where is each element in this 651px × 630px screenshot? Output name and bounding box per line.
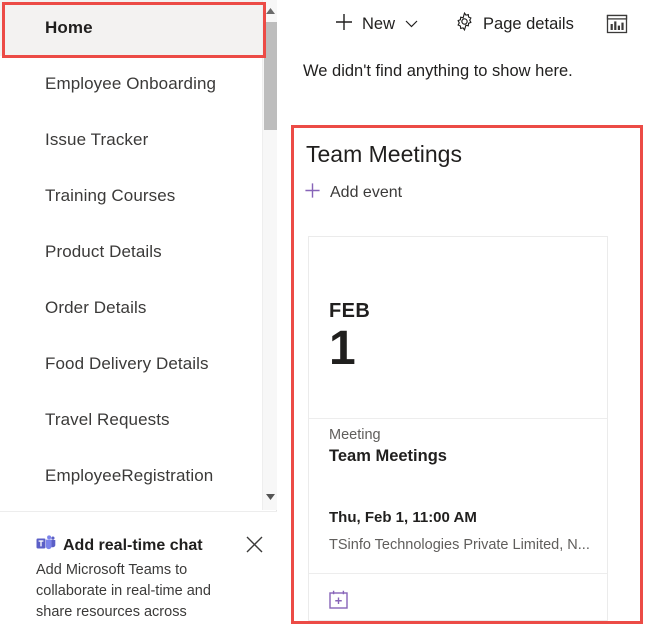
sidebar-item-product-details[interactable]: Product Details — [0, 224, 262, 280]
navigation-scroll-region: Home Employee Onboarding Issue Tracker T… — [0, 0, 277, 510]
site-navigation-pane: Home Employee Onboarding Issue Tracker T… — [0, 0, 277, 630]
add-event-button[interactable]: Add event — [304, 182, 402, 204]
page-details-label: Page details — [483, 14, 574, 33]
sidebar-item-employee-registration[interactable]: EmployeeRegistration — [0, 448, 262, 504]
sidebar-item-label: Food Delivery Details — [45, 354, 209, 373]
event-kind: Meeting — [329, 427, 381, 443]
close-icon[interactable] — [238, 528, 270, 560]
teams-promo-description: Add Microsoft Teams to collaborate in re… — [36, 562, 211, 620]
sidebar-item-label: Order Details — [45, 298, 147, 317]
sidebar-item-label: Issue Tracker — [45, 130, 149, 149]
sidebar-item-employee-onboarding[interactable]: Employee Onboarding — [0, 56, 262, 112]
event-month: FEB — [329, 300, 371, 322]
sidebar-item-training-courses[interactable]: Training Courses — [0, 168, 262, 224]
navigation-list: Home Employee Onboarding Issue Tracker T… — [0, 0, 262, 504]
gear-icon — [455, 11, 474, 36]
event-name: Team Meetings — [329, 447, 447, 465]
page-content-pane: New Page details We didn't find anything… — [277, 0, 651, 630]
microsoft-teams-icon — [36, 535, 56, 556]
sidebar-item-order-details[interactable]: Order Details — [0, 280, 262, 336]
sidebar-item-label: Travel Requests — [45, 410, 170, 429]
event-card[interactable]: FEB 1 Meeting Team Meetings Thu, Feb 1, … — [308, 236, 608, 621]
bar-chart-icon[interactable] — [606, 13, 628, 35]
divider — [309, 418, 607, 419]
chevron-down-icon[interactable] — [401, 20, 422, 28]
sidebar-item-label: Employee Onboarding — [45, 74, 217, 93]
add-event-label: Add event — [330, 184, 403, 201]
event-location: TSinfo Technologies Private Limited, N..… — [329, 537, 590, 553]
sidebar-item-home[interactable]: Home — [0, 0, 262, 56]
sidebar-item-issue-tracker[interactable]: Issue Tracker — [0, 112, 262, 168]
sidebar-item-label: Product Details — [45, 242, 162, 261]
event-datetime: Thu, Feb 1, 11:00 AM — [329, 509, 477, 526]
divider — [309, 573, 607, 574]
teams-promo-title: Add real-time chat — [63, 536, 203, 554]
new-button[interactable]: New — [329, 4, 401, 44]
command-bar: New Page details — [277, 0, 651, 48]
sidebar-item-label: Training Courses — [45, 186, 176, 205]
page-details-button[interactable]: Page details — [449, 4, 580, 44]
teams-promo-panel: Add real-time chat Add Microsoft Teams t… — [0, 511, 277, 630]
sidebar-item-label: EmployeeRegistration — [45, 466, 214, 485]
event-day: 1 — [329, 322, 356, 375]
events-webpart: Team Meetings Add event FEB 1 Meeting Te… — [297, 136, 638, 623]
sidebar-item-food-delivery-details[interactable]: Food Delivery Details — [0, 336, 262, 392]
plus-icon — [335, 13, 353, 36]
empty-state-message: We didn't find anything to show here. — [303, 62, 573, 80]
chevron-up-icon[interactable] — [263, 2, 277, 20]
plus-icon — [304, 182, 321, 204]
chevron-down-icon[interactable] — [263, 488, 277, 506]
event-date-block: FEB 1 — [329, 299, 370, 375]
teams-promo-header: Add real-time chat — [36, 535, 203, 556]
navigation-scrollbar-thumb[interactable] — [264, 22, 277, 130]
sidebar-item-label: Home — [45, 18, 93, 37]
calendar-add-icon[interactable] — [324, 585, 352, 613]
events-webpart-title: Team Meetings — [306, 141, 462, 167]
sidebar-item-travel-requests[interactable]: Travel Requests — [0, 392, 262, 448]
navigation-scrollbar[interactable] — [262, 0, 277, 510]
new-button-label: New — [362, 14, 396, 33]
